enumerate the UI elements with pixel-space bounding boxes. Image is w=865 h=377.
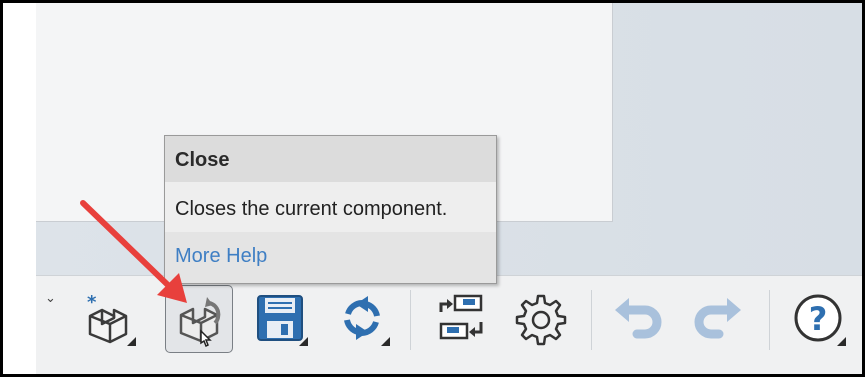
close-button[interactable] bbox=[165, 285, 233, 353]
tooltip-description: Closes the current component. bbox=[175, 198, 448, 220]
svg-text:*: * bbox=[87, 292, 97, 313]
replace-icon bbox=[439, 294, 483, 340]
toolbar-separator bbox=[410, 290, 411, 350]
redo-icon bbox=[694, 298, 741, 339]
close-tooltip: Close Closes the current component. More… bbox=[164, 135, 497, 284]
redo-button[interactable] bbox=[687, 286, 751, 350]
toolbar-separator bbox=[591, 290, 592, 350]
new-component-button[interactable]: * bbox=[76, 286, 140, 350]
gear-icon bbox=[515, 294, 567, 346]
more-help-link[interactable]: More Help bbox=[175, 245, 267, 268]
help-glyph: ? bbox=[809, 300, 828, 338]
refresh-button[interactable] bbox=[330, 286, 394, 350]
bottom-toolbar: ⌄ * ? bbox=[36, 275, 862, 374]
undo-button[interactable] bbox=[605, 286, 669, 350]
left-margin bbox=[3, 3, 36, 374]
tooltip-header: Close bbox=[165, 136, 496, 182]
dropdown-corner bbox=[381, 337, 390, 346]
replace-button[interactable] bbox=[429, 286, 493, 350]
help-button[interactable]: ? bbox=[786, 286, 850, 350]
tooltip-title: Close bbox=[175, 149, 230, 171]
screenshot-frame: ⌄ * ? Close Closes the current component… bbox=[3, 3, 862, 374]
close-component-icon bbox=[179, 297, 221, 347]
dropdown-corner bbox=[299, 337, 308, 346]
chevron-down-icon[interactable]: ⌄ bbox=[45, 290, 56, 306]
settings-button[interactable] bbox=[509, 286, 573, 350]
save-button[interactable] bbox=[248, 286, 312, 350]
undo-icon bbox=[615, 298, 662, 339]
dropdown-corner bbox=[837, 337, 846, 346]
dropdown-corner bbox=[127, 337, 136, 346]
toolbar-separator bbox=[769, 290, 770, 350]
